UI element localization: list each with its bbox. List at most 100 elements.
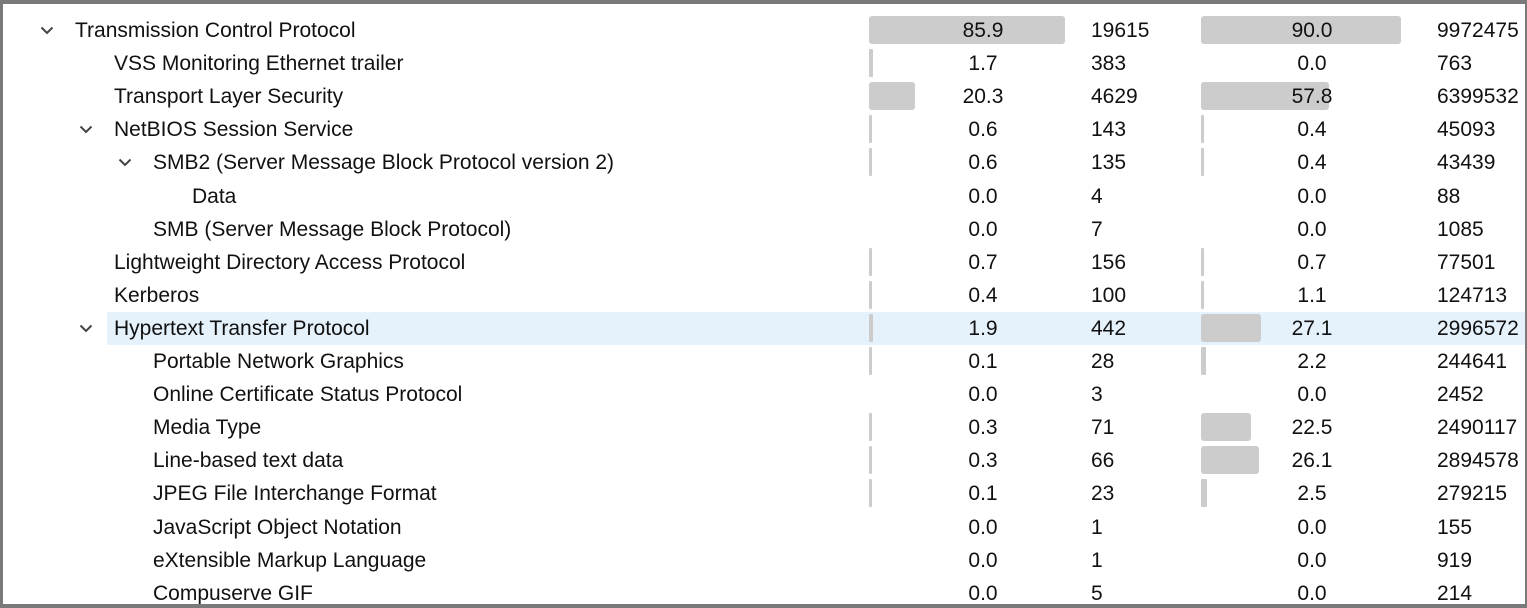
percent-bytes-value: 0.0	[1297, 217, 1327, 241]
packets-value: 3	[1091, 383, 1103, 407]
table-row[interactable]: JavaScript Object Notation 0.0 1 0.0 155	[3, 511, 1525, 544]
chevron-down-icon[interactable]	[76, 312, 96, 345]
bytes-value: 9972475	[1437, 19, 1519, 43]
protocol-name: eXtensible Markup Language	[153, 548, 427, 572]
percent-bytes-value: 0.0	[1297, 184, 1327, 208]
protocol-name: Compuserve GIF	[153, 581, 313, 605]
table-row[interactable]: Transmission Control Protocol 85.9 19615 90…	[3, 14, 1525, 47]
table-row[interactable]: Line-based text data 0.3 66 26.1 2894578	[3, 444, 1525, 477]
percent-packets-cell: 20.3	[869, 80, 1097, 113]
percent-packets-cell: 0.4	[869, 279, 1097, 312]
percent-bytes-value: 90.0	[1291, 19, 1333, 43]
percent-bytes-cell: 0.0	[1201, 577, 1423, 605]
table-row[interactable]: SMB (Server Message Block Protocol) 0.0 7 0…	[3, 213, 1525, 246]
table-row[interactable]: Transport Layer Security 20.3 4629 57.8 6399…	[3, 80, 1525, 113]
percent-bytes-cell: 1.1	[1201, 279, 1423, 312]
percent-bytes-value: 2.2	[1297, 350, 1327, 374]
percent-bytes-cell: 2.5	[1201, 477, 1423, 510]
protocol-name: SMB (Server Message Block Protocol)	[153, 217, 512, 241]
protocol-hierarchy-tree[interactable]: Transmission Control Protocol 85.9 19615 90…	[3, 4, 1525, 605]
bytes-value: 214	[1437, 581, 1473, 605]
packets-value: 19615	[1091, 19, 1150, 43]
percent-packets-value: 1.9	[968, 316, 998, 340]
percent-bytes-cell: 27.1	[1201, 312, 1423, 345]
percent-packets-cell: 0.3	[869, 444, 1097, 477]
percent-packets-cell: 0.1	[869, 345, 1097, 378]
percent-packets-cell: 0.0	[869, 544, 1097, 577]
packets-value: 383	[1091, 52, 1127, 76]
percent-packets-cell: 0.0	[869, 378, 1097, 411]
protocol-hierarchy-window: Transmission Control Protocol 85.9 19615 90…	[0, 0, 1527, 608]
packets-value: 28	[1091, 350, 1115, 374]
percent-bytes-value: 0.4	[1297, 118, 1327, 142]
percent-packets-value: 0.6	[968, 118, 998, 142]
percent-bytes-cell: 57.8	[1201, 80, 1423, 113]
percent-packets-value: 0.0	[968, 515, 998, 539]
percent-packets-value: 0.1	[968, 482, 998, 506]
packets-value: 1	[1091, 548, 1103, 572]
bytes-value: 1085	[1437, 217, 1484, 241]
percent-packets-cell: 1.9	[869, 312, 1097, 345]
percent-bytes-value: 0.0	[1297, 581, 1327, 605]
percent-packets-cell: 1.7	[869, 47, 1097, 80]
protocol-name: Media Type	[153, 416, 262, 440]
table-row[interactable]: Kerberos 0.4 100 1.1 124713	[3, 279, 1525, 312]
percent-packets-value: 0.0	[968, 217, 998, 241]
percent-bytes-cell: 0.0	[1201, 180, 1423, 213]
packets-value: 5	[1091, 581, 1103, 605]
percent-packets-value: 0.7	[968, 250, 998, 274]
table-row[interactable]: Lightweight Directory Access Protocol 0.7…	[3, 246, 1525, 279]
protocol-name: NetBIOS Session Service	[114, 118, 354, 142]
protocol-name: JavaScript Object Notation	[153, 515, 402, 539]
percent-packets-value: 0.3	[968, 449, 998, 473]
bytes-value: 2894578	[1437, 449, 1519, 473]
percent-packets-cell: 0.0	[869, 511, 1097, 544]
table-row[interactable]	[3, 4, 1525, 14]
percent-bytes-value: 0.0	[1297, 52, 1327, 76]
percent-packets-value: 0.0	[968, 383, 998, 407]
percent-bytes-cell: 22.5	[1201, 411, 1423, 444]
table-row[interactable]: Compuserve GIF 0.0 5 0.0 214	[3, 577, 1525, 605]
percent-packets-cell: 0.0	[869, 213, 1097, 246]
packets-value: 71	[1091, 416, 1115, 440]
percent-bytes-cell: 0.4	[1201, 146, 1423, 179]
table-row[interactable]: Hypertext Transfer Protocol 1.9 442 27.1 299…	[3, 311, 1525, 346]
protocol-name: Online Certificate Status Protocol	[153, 383, 463, 407]
percent-bytes-cell: 0.0	[1201, 544, 1423, 577]
bytes-value: 45093	[1437, 118, 1496, 142]
percent-packets-cell: 0.6	[869, 113, 1097, 146]
percent-bytes-value: 1.1	[1297, 283, 1327, 307]
bytes-value: 155	[1437, 515, 1473, 539]
bytes-value: 124713	[1437, 283, 1508, 307]
percent-bytes-cell: 90.0	[1201, 14, 1423, 47]
table-row[interactable]: Media Type 0.3 71 22.5 2490117	[3, 411, 1525, 444]
percent-bytes-cell: 0.4	[1201, 113, 1423, 146]
protocol-name: Hypertext Transfer Protocol	[114, 316, 370, 340]
percent-bytes-cell: 0.7	[1201, 246, 1423, 279]
table-row[interactable]: JPEG File Interchange Format 0.1 23 2.5 2792…	[3, 477, 1525, 510]
chevron-down-icon[interactable]	[37, 14, 57, 47]
percent-bytes-value: 0.0	[1297, 515, 1327, 539]
table-row[interactable]: eXtensible Markup Language 0.0 1 0.0 919	[3, 544, 1525, 577]
protocol-name: Data	[192, 184, 237, 208]
packets-value: 100	[1091, 283, 1127, 307]
table-row[interactable]: Data 0.0 4 0.0 88	[3, 180, 1525, 213]
table-row[interactable]: Portable Network Graphics 0.1 28 2.2 244641	[3, 345, 1525, 378]
table-row[interactable]: SMB2 (Server Message Block Protocol vers…	[3, 146, 1525, 179]
chevron-down-icon[interactable]	[115, 146, 135, 179]
protocol-name: Transmission Control Protocol	[75, 19, 356, 43]
packets-value: 4629	[1091, 85, 1138, 109]
percent-packets-value: 0.6	[968, 151, 998, 175]
table-row[interactable]: Online Certificate Status Protocol 0.0 3 0.…	[3, 378, 1525, 411]
percent-packets-cell: 0.6	[869, 146, 1097, 179]
bytes-value: 2490117	[1437, 416, 1518, 440]
protocol-name: Lightweight Directory Access Protocol	[114, 250, 466, 274]
packets-value: 135	[1091, 151, 1127, 175]
table-row[interactable]: VSS Monitoring Ethernet trailer 1.7 383 0.0…	[3, 47, 1525, 80]
bytes-value: 2452	[1437, 383, 1484, 407]
table-row[interactable]: NetBIOS Session Service 0.6 143 0.4 45093	[3, 113, 1525, 146]
chevron-down-icon[interactable]	[76, 113, 96, 146]
percent-packets-cell: 0.0	[869, 180, 1097, 213]
percent-packets-cell: 0.0	[869, 577, 1097, 604]
percent-packets-value: 20.3	[962, 85, 1004, 109]
